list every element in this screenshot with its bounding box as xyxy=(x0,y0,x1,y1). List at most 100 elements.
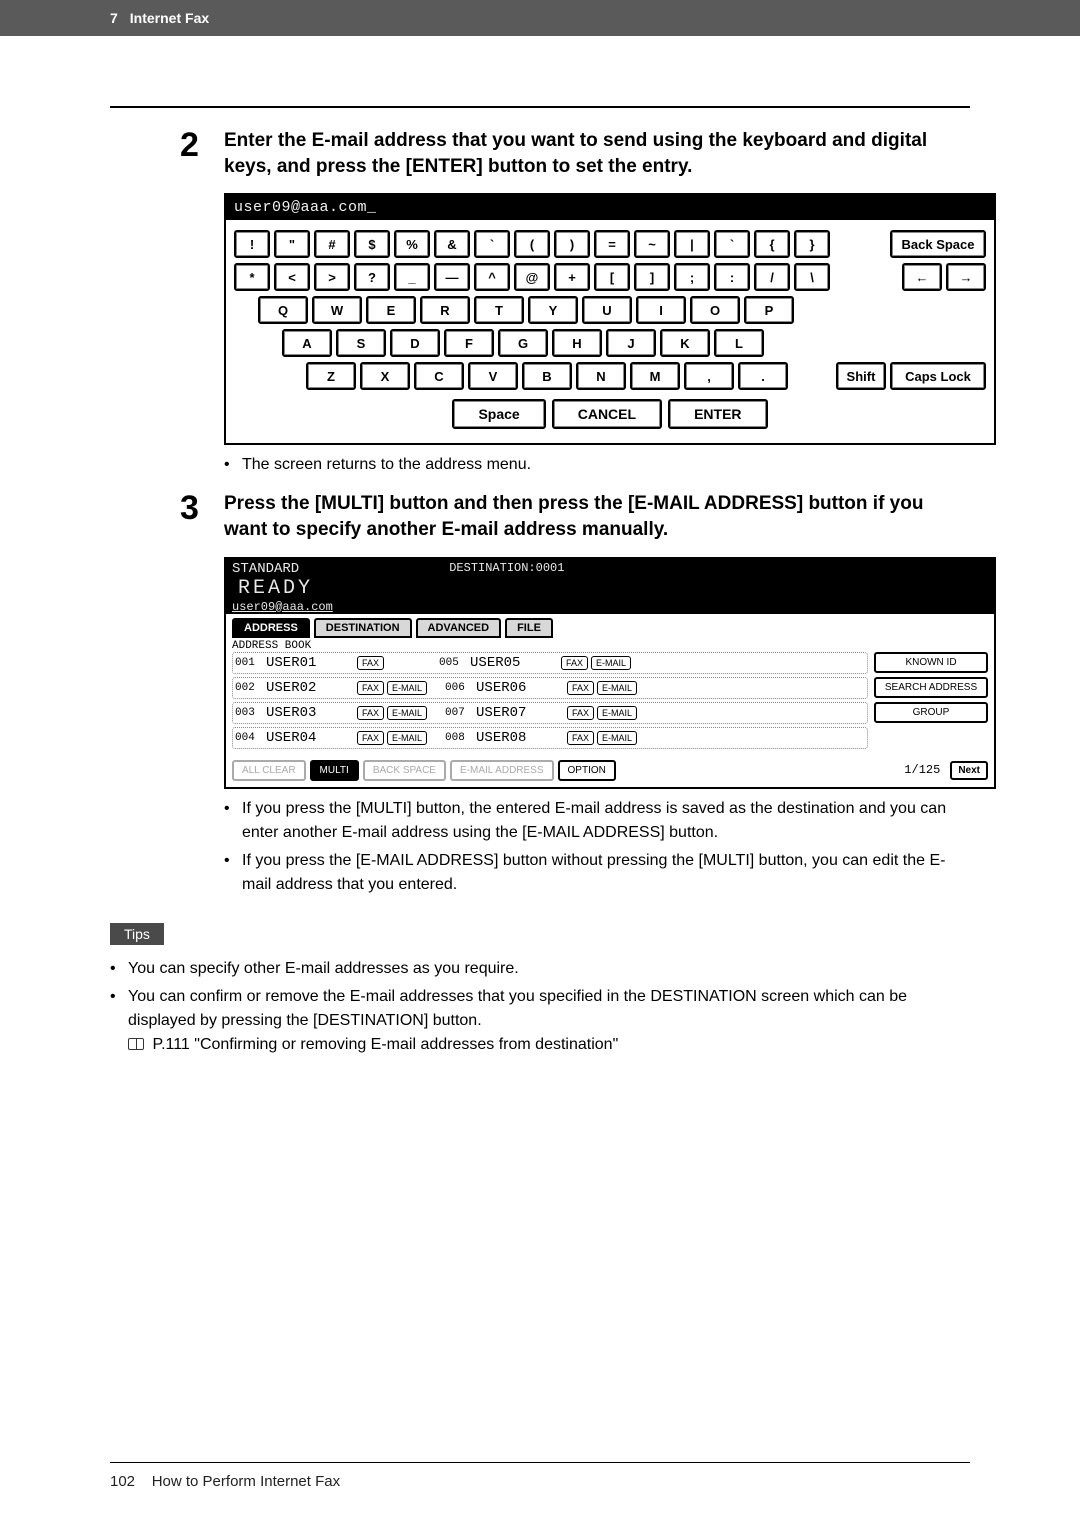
tab-destination[interactable]: DESTINATION xyxy=(314,618,412,638)
key-lbrace[interactable]: { xyxy=(754,230,790,258)
key-equals[interactable]: = xyxy=(594,230,630,258)
key-b[interactable]: B xyxy=(522,362,572,390)
key-colon[interactable]: : xyxy=(714,263,750,291)
key-backtick2[interactable]: ` xyxy=(714,230,750,258)
key-t[interactable]: T xyxy=(474,296,524,324)
key-backspace[interactable]: Back Space xyxy=(890,230,986,258)
key-rbrace[interactable]: } xyxy=(794,230,830,258)
tab-file[interactable]: FILE xyxy=(505,618,553,638)
key-x[interactable]: X xyxy=(360,362,410,390)
tab-advanced[interactable]: ADVANCED xyxy=(416,618,502,638)
key-qmark[interactable]: ? xyxy=(354,263,390,291)
key-semi[interactable]: ; xyxy=(674,263,710,291)
key-dash[interactable]: — xyxy=(434,263,470,291)
user-name[interactable]: USER03 xyxy=(266,705,354,721)
user-name[interactable]: USER04 xyxy=(266,730,354,746)
key-tilde[interactable]: ~ xyxy=(634,230,670,258)
key-pipe[interactable]: | xyxy=(674,230,710,258)
key-s[interactable]: S xyxy=(336,329,386,357)
back-space-button[interactable]: BACK SPACE xyxy=(363,760,446,781)
key-lt[interactable]: < xyxy=(274,263,310,291)
fax-button[interactable]: FAX xyxy=(357,731,384,745)
key-i[interactable]: I xyxy=(636,296,686,324)
key-under[interactable]: _ xyxy=(394,263,430,291)
key-shift[interactable]: Shift xyxy=(836,362,886,390)
user-name[interactable]: USER05 xyxy=(470,655,558,671)
key-v[interactable]: V xyxy=(468,362,518,390)
email-button[interactable]: E-MAIL xyxy=(387,706,427,720)
known-id-button[interactable]: KNOWN ID xyxy=(874,652,988,673)
key-rparen[interactable]: ) xyxy=(554,230,590,258)
user-name[interactable]: USER08 xyxy=(476,730,564,746)
key-e[interactable]: E xyxy=(366,296,416,324)
fax-button[interactable]: FAX xyxy=(357,681,384,695)
key-j[interactable]: J xyxy=(606,329,656,357)
email-button[interactable]: E-MAIL xyxy=(597,706,637,720)
fax-button[interactable]: FAX xyxy=(567,731,594,745)
next-button[interactable]: Next xyxy=(950,761,988,780)
key-k[interactable]: K xyxy=(660,329,710,357)
key-arrow-left[interactable]: ← xyxy=(902,263,942,291)
key-arrow-right[interactable]: → xyxy=(946,263,986,291)
key-at[interactable]: @ xyxy=(514,263,550,291)
key-caret[interactable]: ^ xyxy=(474,263,510,291)
email-button[interactable]: E-MAIL xyxy=(597,731,637,745)
user-name[interactable]: USER07 xyxy=(476,705,564,721)
cancel-button[interactable]: CANCEL xyxy=(552,399,662,429)
enter-button[interactable]: ENTER xyxy=(668,399,767,429)
all-clear-button[interactable]: ALL CLEAR xyxy=(232,760,306,781)
key-o[interactable]: O xyxy=(690,296,740,324)
key-h[interactable]: H xyxy=(552,329,602,357)
group-button[interactable]: GROUP xyxy=(874,702,988,723)
key-amp[interactable]: & xyxy=(434,230,470,258)
tab-address[interactable]: ADDRESS xyxy=(232,618,310,638)
key-y[interactable]: Y xyxy=(528,296,578,324)
key-period[interactable]: . xyxy=(738,362,788,390)
fax-button[interactable]: FAX xyxy=(567,681,594,695)
key-hash[interactable]: # xyxy=(314,230,350,258)
email-button[interactable]: E-MAIL xyxy=(591,656,631,670)
key-percent[interactable]: % xyxy=(394,230,430,258)
key-u[interactable]: U xyxy=(582,296,632,324)
key-p[interactable]: P xyxy=(744,296,794,324)
key-backtick[interactable]: ` xyxy=(474,230,510,258)
key-f[interactable]: F xyxy=(444,329,494,357)
key-comma[interactable]: , xyxy=(684,362,734,390)
fax-button[interactable]: FAX xyxy=(357,706,384,720)
key-capslock[interactable]: Caps Lock xyxy=(890,362,986,390)
key-d[interactable]: D xyxy=(390,329,440,357)
key-l[interactable]: L xyxy=(714,329,764,357)
email-button[interactable]: E-MAIL xyxy=(387,731,427,745)
key-r[interactable]: R xyxy=(420,296,470,324)
key-a[interactable]: A xyxy=(282,329,332,357)
key-n[interactable]: N xyxy=(576,362,626,390)
multi-button[interactable]: MULTI xyxy=(310,760,359,781)
key-z[interactable]: Z xyxy=(306,362,356,390)
email-address-button[interactable]: E-MAIL ADDRESS xyxy=(450,760,554,781)
key-g[interactable]: G xyxy=(498,329,548,357)
user-name[interactable]: USER01 xyxy=(266,655,354,671)
key-slash[interactable]: / xyxy=(754,263,790,291)
user-name[interactable]: USER06 xyxy=(476,680,564,696)
key-exclaim[interactable]: ! xyxy=(234,230,270,258)
fax-button[interactable]: FAX xyxy=(567,706,594,720)
email-button[interactable]: E-MAIL xyxy=(597,681,637,695)
key-c[interactable]: C xyxy=(414,362,464,390)
key-gt[interactable]: > xyxy=(314,263,350,291)
key-q[interactable]: Q xyxy=(258,296,308,324)
email-button[interactable]: E-MAIL xyxy=(387,681,427,695)
key-w[interactable]: W xyxy=(312,296,362,324)
fax-button[interactable]: FAX xyxy=(357,656,384,670)
key-dquote[interactable]: " xyxy=(274,230,310,258)
key-bslash[interactable]: \ xyxy=(794,263,830,291)
key-plus[interactable]: + xyxy=(554,263,590,291)
key-lparen[interactable]: ( xyxy=(514,230,550,258)
key-m[interactable]: M xyxy=(630,362,680,390)
user-name[interactable]: USER02 xyxy=(266,680,354,696)
option-button[interactable]: OPTION xyxy=(558,760,616,781)
key-rbracket[interactable]: ] xyxy=(634,263,670,291)
fax-button[interactable]: FAX xyxy=(561,656,588,670)
search-address-button[interactable]: SEARCH ADDRESS xyxy=(874,677,988,698)
key-dollar[interactable]: $ xyxy=(354,230,390,258)
key-star[interactable]: * xyxy=(234,263,270,291)
